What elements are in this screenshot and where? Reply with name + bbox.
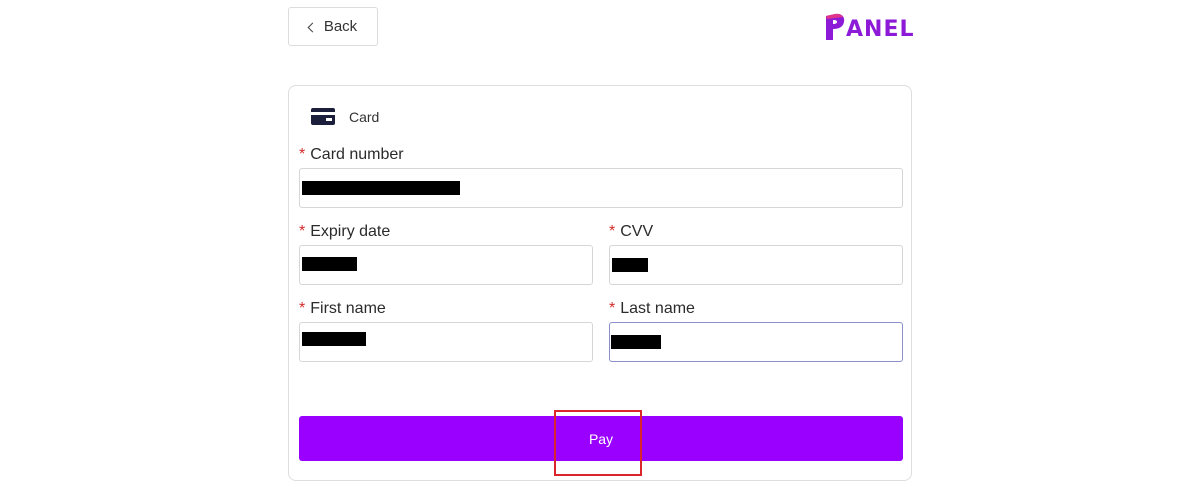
logo-text: ANEL — [846, 17, 915, 42]
card-number-input[interactable] — [299, 168, 903, 208]
card-number-label: * Card number — [299, 146, 404, 164]
last-name-input[interactable] — [609, 322, 903, 362]
card-payment-panel: Card * Card number * Expiry date * CVV * Fir… — [288, 85, 912, 481]
cvv-label: * CVV — [609, 223, 653, 241]
redaction-bar — [612, 258, 648, 272]
payment-method-header: Card — [311, 108, 379, 125]
card-number-label-text: Card number — [310, 146, 404, 163]
payment-method-label: Card — [349, 108, 380, 125]
first-name-label: * First name — [299, 300, 386, 318]
back-label: Back — [323, 18, 358, 35]
back-button[interactable]: Back — [288, 7, 378, 46]
cvv-input[interactable] — [609, 245, 903, 285]
cvv-label-text: CVV — [620, 223, 654, 240]
expiry-date-input[interactable] — [299, 245, 593, 285]
required-marker: * — [609, 300, 616, 317]
required-marker: * — [299, 146, 306, 163]
chevron-left-icon — [307, 22, 318, 32]
required-marker: * — [299, 300, 306, 317]
first-name-input[interactable] — [299, 322, 593, 362]
last-name-label-text: Last name — [620, 300, 695, 317]
first-name-label-text: First name — [310, 300, 386, 317]
redaction-bar — [302, 332, 366, 346]
redaction-bar — [302, 181, 460, 195]
pay-button[interactable]: Pay — [299, 416, 903, 461]
last-name-label: * Last name — [609, 300, 695, 318]
redaction-bar — [302, 257, 357, 271]
redaction-bar — [611, 335, 661, 349]
expiry-date-label-text: Expiry date — [310, 223, 391, 240]
credit-card-icon — [311, 108, 335, 125]
required-marker: * — [299, 223, 306, 240]
logo-p-mark — [823, 10, 847, 44]
expiry-date-label: * Expiry date — [299, 223, 390, 241]
brand-logo: ANEL — [823, 8, 915, 44]
payment-page: Back ANEL Card * Card number * Expiry da… — [0, 0, 1200, 494]
required-marker: * — [609, 223, 616, 240]
